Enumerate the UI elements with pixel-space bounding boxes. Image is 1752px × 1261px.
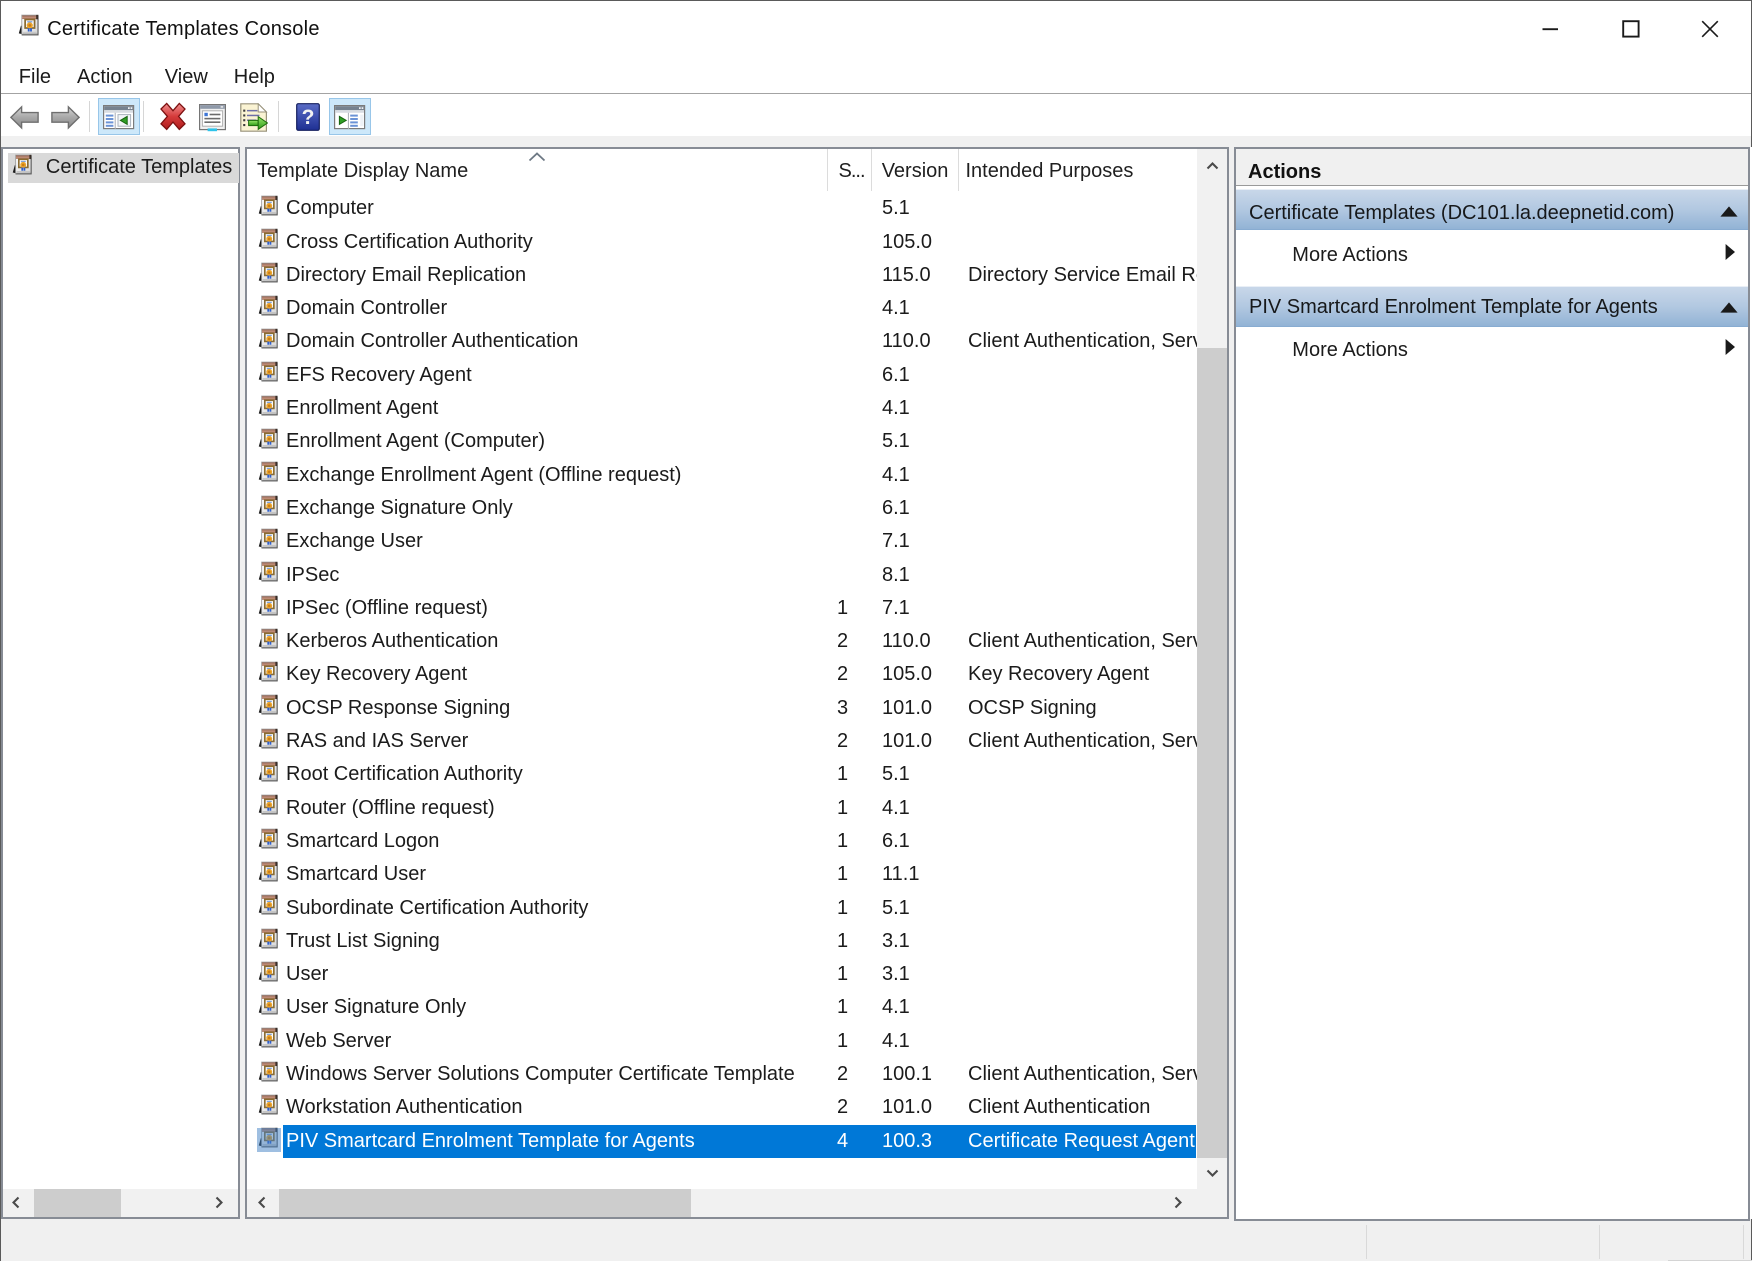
- svg-text:?: ?: [302, 106, 315, 129]
